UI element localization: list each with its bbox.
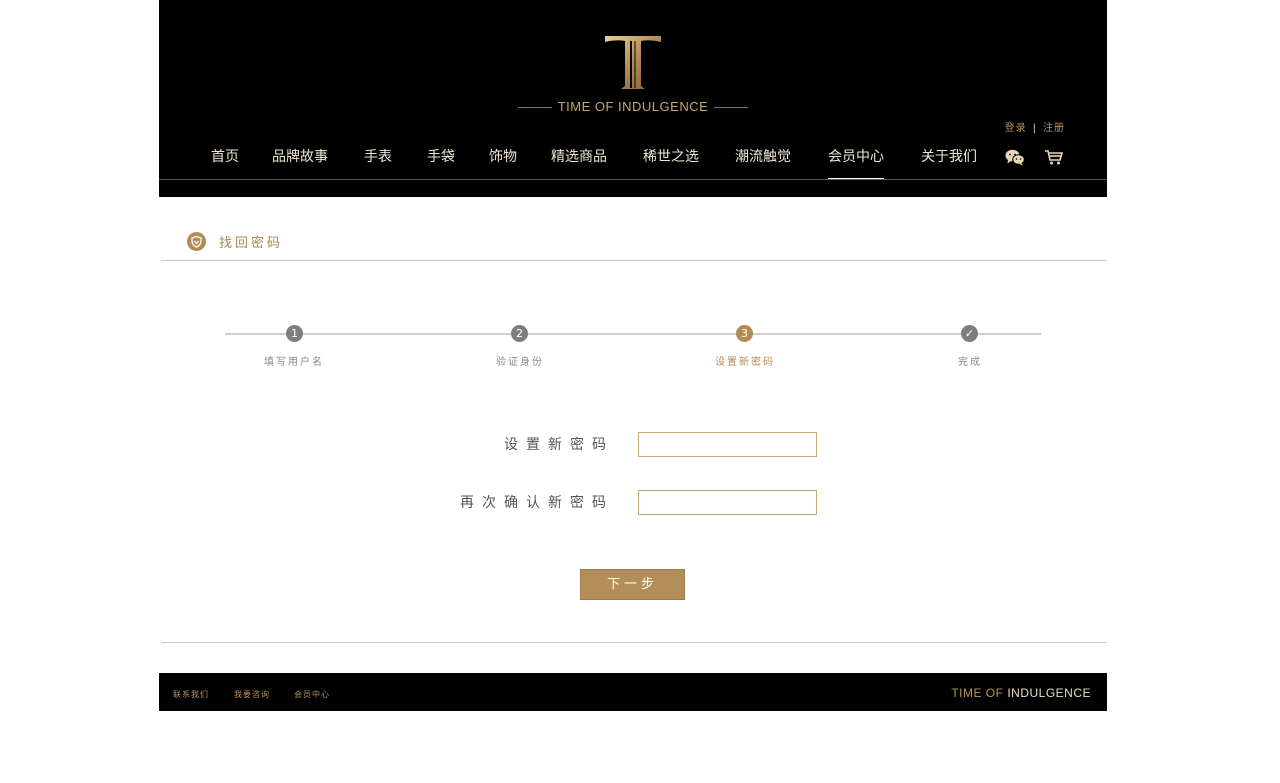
new-password-label: 设置新密码 [504, 437, 614, 453]
title-divider [161, 260, 1107, 261]
footer-brand-wordmark: TIME OF INDULGENCE [951, 686, 1091, 700]
auth-links: 登录 | 注册 [1005, 119, 1065, 134]
nav-divider [159, 179, 1107, 180]
next-step-button[interactable]: 下一步 [580, 569, 685, 600]
step-2-label: 验证身份 [496, 357, 544, 368]
nav-item-member-center[interactable]: 会员中心 [828, 146, 884, 180]
wechat-icon[interactable] [1005, 149, 1025, 166]
nav-item-rare[interactable]: 稀世之选 [643, 146, 699, 166]
main-nav: 首页 品牌故事 手表 手袋 饰物 精选商品 稀世之选 潮流触觉 会员中心 关于我… [159, 146, 1107, 182]
nav-item-accessories[interactable]: 饰物 [489, 146, 517, 166]
wordmark-line-left [517, 107, 552, 109]
footer-link-member[interactable]: 会员中心 [294, 689, 330, 700]
new-password-field[interactable] [638, 432, 817, 457]
nav-item-selected[interactable]: 精选商品 [551, 146, 607, 166]
register-link[interactable]: 注册 [1043, 123, 1065, 134]
brand-wordmark-text: TIME OF INDULGENCE [557, 99, 709, 114]
nav-item-brand-story[interactable]: 品牌故事 [272, 146, 328, 166]
site-footer: 联系我们 我要咨询 会员中心 TIME OF INDULGENCE [159, 673, 1107, 711]
auth-separator: | [1032, 123, 1037, 134]
step-2-marker: 2 [511, 325, 528, 342]
nav-item-handbags[interactable]: 手袋 [427, 146, 455, 166]
nav-item-trend[interactable]: 潮流触觉 [735, 146, 791, 166]
progress-line [225, 333, 1041, 335]
page-title-text: 找回密码 [219, 235, 284, 251]
step-complete-label: 完成 [958, 357, 982, 368]
cart-icon[interactable] [1044, 149, 1064, 166]
nav-item-home[interactable]: 首页 [211, 146, 239, 166]
wordmark-line-right [714, 107, 749, 109]
step-3-marker: 3 [736, 325, 753, 342]
shield-icon [187, 231, 206, 251]
nav-item-watches[interactable]: 手表 [364, 146, 392, 166]
footer-brand-part1: TIME OF [951, 686, 1008, 700]
brand-logo-icon[interactable] [603, 34, 663, 90]
content-bottom-divider [161, 642, 1107, 643]
footer-brand-part2: INDULGENCE [1007, 686, 1091, 700]
brand-wordmark: TIME OF INDULGENCE [159, 99, 1107, 114]
confirm-password-field[interactable] [638, 490, 817, 515]
step-3-label: 设置新密码 [715, 357, 775, 368]
site-header: TIME OF INDULGENCE 登录 | 注册 首页 品牌故事 手表 手袋 饰… [159, 0, 1107, 197]
step-1-label: 填写用户名 [264, 357, 324, 368]
footer-link-contact[interactable]: 联系我们 [173, 689, 209, 700]
login-link[interactable]: 登录 [1005, 123, 1027, 134]
footer-link-consult[interactable]: 我要咨询 [234, 689, 270, 700]
page-title: 找回密码 [187, 231, 283, 251]
step-1-marker: 1 [286, 325, 303, 342]
nav-item-about[interactable]: 关于我们 [921, 146, 977, 166]
confirm-password-label: 再次确认新密码 [460, 495, 614, 511]
step-complete-marker: ✓ [961, 325, 978, 342]
